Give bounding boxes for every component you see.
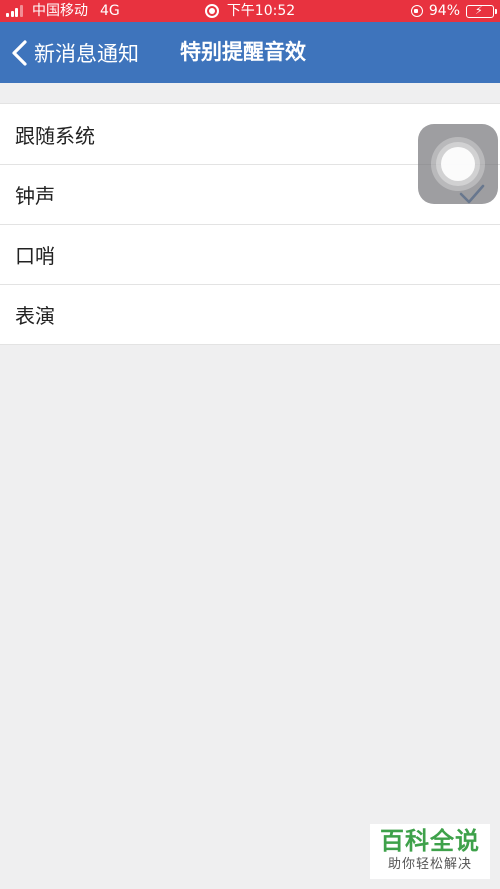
clock: 下午10:52 [226, 3, 296, 19]
status-bar: 中国移动 4G 下午10:52 94% ⚡ [0, 0, 500, 22]
nav-bar: 新消息通知 特别提醒音效 [0, 22, 500, 83]
option-label: 钟声 [15, 183, 55, 208]
assistive-touch-core [441, 147, 475, 181]
orientation-lock-icon [410, 5, 423, 17]
list-item-performance[interactable]: 表演 [0, 284, 500, 344]
battery-charging-icon: ⚡ [466, 3, 497, 18]
option-label: 跟随系统 [15, 123, 95, 148]
option-label: 口哨 [15, 243, 55, 268]
page-title: 特别提醒音效 [180, 40, 306, 64]
back-label: 新消息通知 [34, 41, 139, 66]
watermark-subtitle: 助你轻松解决 [387, 857, 472, 872]
back-button[interactable]: 新消息通知 [8, 22, 139, 83]
screen-record-icon [204, 4, 219, 18]
assistive-touch-button[interactable] [418, 124, 498, 204]
status-right: 94% ⚡ [410, 0, 497, 22]
battery-percent: 94% [428, 3, 460, 19]
charging-bolt-icon: ⚡ [475, 3, 483, 17]
watermark-logo: 百科全说 助你轻松解决 [370, 824, 490, 879]
chevron-left-icon [12, 39, 27, 66]
watermark-title: 百科全说 [380, 827, 480, 855]
option-label: 表演 [15, 303, 55, 328]
list-item-whistle[interactable]: 口哨 [0, 224, 500, 284]
